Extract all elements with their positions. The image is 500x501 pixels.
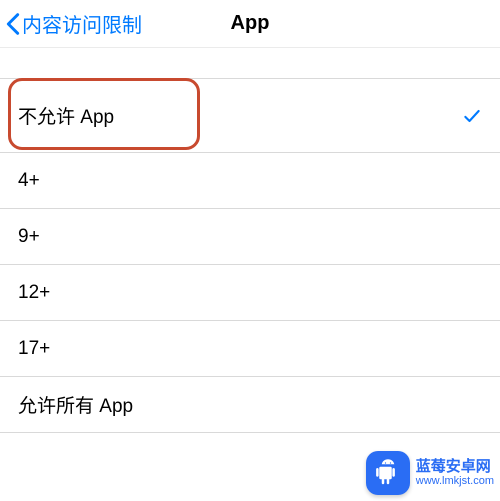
watermark-name: 蓝莓安卓网: [416, 458, 494, 475]
watermark-text: 蓝莓安卓网 www.lmkjst.com: [416, 458, 494, 488]
option-row[interactable]: 允许所有 App: [0, 377, 500, 433]
option-label: 17+: [18, 338, 50, 360]
option-row[interactable]: 不允许 App: [0, 79, 500, 153]
back-button[interactable]: 内容访问限制: [6, 9, 142, 38]
option-row[interactable]: 12+: [0, 265, 500, 321]
option-label: 12+: [18, 282, 50, 304]
watermark: 蓝莓安卓网 www.lmkjst.com: [366, 451, 494, 495]
watermark-url: www.lmkjst.com: [416, 475, 494, 488]
option-label: 9+: [18, 226, 40, 248]
option-row[interactable]: 17+: [0, 321, 500, 377]
navigation-header: 内容访问限制 App: [0, 0, 500, 48]
option-label: 允许所有 App: [18, 391, 133, 418]
option-row[interactable]: 4+: [0, 153, 500, 209]
option-label: 不允许 App: [18, 102, 114, 129]
chevron-left-icon: [6, 12, 20, 36]
watermark-logo: [366, 451, 410, 495]
checkmark-icon: [462, 106, 482, 126]
option-row[interactable]: 9+: [0, 209, 500, 265]
section-spacer: [0, 48, 500, 78]
option-label: 4+: [18, 170, 40, 192]
back-label: 内容访问限制: [22, 9, 142, 38]
android-icon: [373, 458, 403, 488]
options-list: 不允许 App 4+ 9+ 12+ 17+ 允许所有 App: [0, 78, 500, 433]
